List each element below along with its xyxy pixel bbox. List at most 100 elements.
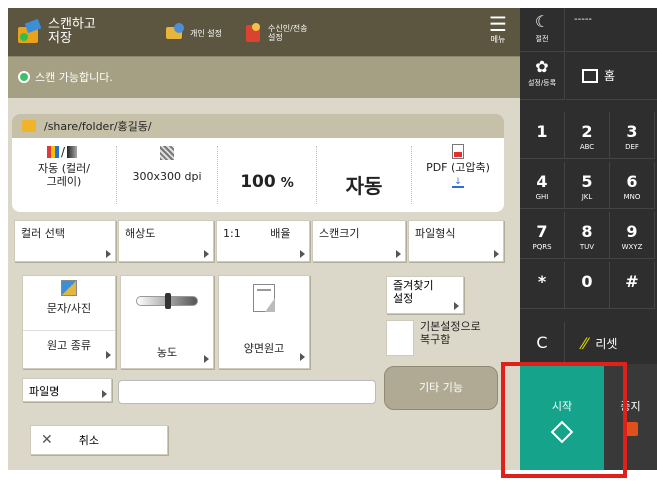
other-functions-button[interactable]: 기타 기능 — [384, 366, 498, 410]
resolution-summary[interactable]: 300x300 dpi — [117, 138, 217, 212]
resolution-label: 해상도 — [125, 227, 156, 240]
density-slider-icon — [136, 293, 198, 309]
resolution-button[interactable]: 해상도 — [118, 220, 214, 262]
folder-icon — [22, 120, 36, 132]
key-hash[interactable]: # — [610, 262, 655, 309]
personal-settings-icon — [166, 23, 186, 43]
gear-icon: ✿ — [535, 57, 549, 76]
file-format-value: PDF (고압축) — [426, 161, 490, 174]
favorites-line1: 즐겨찾기 — [393, 279, 434, 292]
home-label: 홈 — [604, 69, 616, 83]
personal-settings-label: 개인 설정 — [190, 28, 222, 38]
color-mode-summary[interactable]: / 자동 (컬러/ 그레이) — [12, 138, 116, 212]
clear-label: C — [536, 333, 548, 352]
chevron-right-icon — [300, 353, 305, 361]
scan-size-button[interactable]: 스캔크기 — [312, 220, 406, 262]
color-select-button[interactable]: 컬러 선택 — [14, 220, 116, 262]
zoom-value: 100 — [240, 172, 276, 192]
key-2[interactable]: 2 ABC — [565, 112, 610, 159]
download-icon: ↓ — [452, 178, 464, 188]
reset-button[interactable]: ⁄⁄ 리셋 — [566, 322, 657, 364]
cancel-button[interactable]: ✕ 취소 — [30, 425, 168, 455]
cancel-label: 취소 — [78, 434, 99, 447]
reset-label: 리셋 — [595, 336, 618, 351]
restore-default-line1: 기본설정으로 — [420, 320, 481, 333]
density-button[interactable]: 농도 — [120, 275, 214, 369]
moon-icon: ☾ — [534, 12, 550, 31]
color-mode-icon: / — [47, 145, 81, 159]
file-type-label: 파일형식 — [415, 227, 456, 240]
app-title[interactable]: 스캔하고 저장 — [16, 12, 96, 52]
recipient-settings-button[interactable]: 수신인/전송 설정 — [244, 18, 308, 48]
key-8[interactable]: 8 TUV — [565, 212, 610, 259]
home-icon — [582, 68, 598, 83]
restore-default-checkbox[interactable] — [386, 320, 414, 356]
key-3[interactable]: 3 DEF — [610, 112, 655, 159]
settings-summary-card: /share/folder/홍길동/ / 자동 (컬러/ 그레이) 300x30… — [12, 114, 504, 212]
destination-path-bar[interactable]: /share/folder/홍길동/ — [12, 114, 504, 138]
pdf-file-icon — [452, 144, 464, 159]
reset-icon: ⁄⁄ — [582, 333, 588, 353]
text-photo-label: 문자/사진 — [46, 302, 92, 315]
restore-default-label: 기본설정으로 복구함 — [420, 320, 506, 346]
key-1[interactable]: 1 — [520, 112, 565, 159]
key-9[interactable]: 9 WXYZ — [610, 212, 655, 259]
key-5[interactable]: 5 JKL — [565, 162, 610, 209]
zoom-unit: % — [280, 176, 294, 191]
ratio-label: 1:1 — [223, 227, 241, 240]
key-0[interactable]: 0 — [565, 262, 610, 309]
counter-display: ----- — [566, 8, 657, 52]
menu-icon: ☰ — [489, 12, 507, 36]
favorites-settings-button[interactable]: 즐겨찾기 설정 — [386, 276, 464, 314]
app-title-line1: 스캔하고 — [48, 17, 96, 32]
destination-path: /share/folder/홍길동/ — [44, 120, 152, 133]
scan-save-icon — [16, 18, 42, 45]
document-type-label: 원고 종류 — [47, 339, 91, 352]
color-mode-line1: 자동 (컬러/ — [38, 162, 90, 175]
recipient-settings-line1: 수신인/전송 — [268, 24, 308, 33]
personal-settings-button[interactable]: 개인 설정 — [166, 18, 222, 48]
filename-button[interactable]: 파일명 — [22, 378, 112, 402]
chevron-right-icon — [106, 250, 111, 258]
zoom-button[interactable]: 1:1 배율 — [216, 220, 310, 262]
chevron-right-icon — [102, 390, 107, 398]
resolution-value: 300x300 dpi — [132, 170, 202, 183]
top-bar: 스캔하고 저장 개인 설정 수신인/전송 설정 ☰ 메뉴 — [8, 8, 520, 56]
key-6[interactable]: 6 MNO — [610, 162, 655, 209]
home-button[interactable]: 홈 — [566, 52, 657, 100]
settings-register-button[interactable]: ✿ 설정/등록 — [520, 52, 565, 100]
scan-size-summary[interactable]: 자동 — [317, 138, 411, 212]
duplex-label: 양면원고 — [243, 342, 285, 355]
clear-button[interactable]: C — [520, 322, 565, 364]
key-star[interactable]: * — [520, 262, 565, 309]
menu-button[interactable]: ☰ 메뉴 — [478, 14, 518, 52]
power-save-label: 절전 — [535, 35, 549, 43]
status-bar: 스캔 가능합니다. — [8, 56, 520, 98]
zoom-summary[interactable]: 100 % — [218, 138, 316, 212]
restore-default-line2: 복구함 — [420, 333, 451, 346]
chevron-right-icon — [494, 250, 499, 258]
chevron-right-icon — [396, 250, 401, 258]
duplex-original-button[interactable]: 양면원고 — [218, 275, 310, 369]
key-4[interactable]: 4 GHI — [520, 162, 565, 209]
file-type-button[interactable]: 파일형식 — [408, 220, 504, 262]
filename-label: 파일명 — [29, 385, 60, 398]
zoom-label: 배율 — [270, 227, 291, 240]
highlight-box — [501, 362, 627, 478]
numeric-keypad: 1 2 ABC 3 DEF 4 GHI 5 JKL 6 MNO 7 PQRS 8 TUV 9W… — [520, 112, 657, 312]
scan-size-value: 자동 — [345, 174, 383, 198]
recipient-settings-icon — [244, 23, 264, 43]
document-type-button[interactable]: 문자/사진 원고 종류 — [22, 275, 116, 369]
filename-input[interactable] — [118, 380, 376, 404]
settings-register-label: 설정/등록 — [527, 79, 557, 87]
file-format-summary[interactable]: PDF (고압축) ↓ — [412, 138, 504, 212]
chevron-right-icon — [106, 351, 111, 359]
resolution-icon — [160, 146, 174, 160]
key-7[interactable]: 7 PQRS — [520, 212, 565, 259]
scan-size-label: 스캔크기 — [319, 227, 360, 240]
menu-label: 메뉴 — [490, 35, 506, 44]
recipient-settings-line2: 설정 — [268, 33, 283, 42]
power-save-button[interactable]: ☾ 절전 — [520, 8, 565, 52]
close-icon: ✕ — [41, 432, 53, 448]
chevron-right-icon — [454, 302, 459, 310]
